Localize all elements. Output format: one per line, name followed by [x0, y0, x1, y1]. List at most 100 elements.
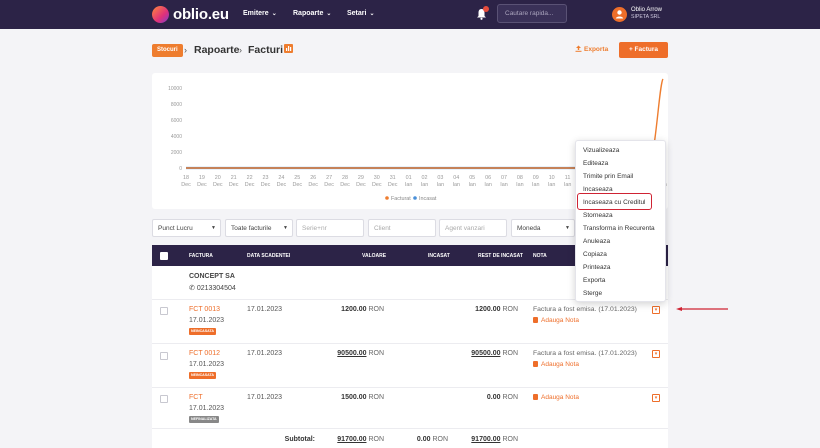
- menu-printeaza[interactable]: Printeaza: [583, 264, 610, 271]
- row-actions-toggle[interactable]: ▾: [652, 394, 660, 402]
- row-actions-menu: Vizualizeaza Editeaza Trimite prin Email…: [575, 140, 666, 302]
- x-tick-label: 05: [469, 175, 475, 181]
- add-note-link[interactable]: Adauga Nota: [533, 317, 579, 324]
- x-tick-label: 09: [533, 175, 539, 181]
- row-divider: [152, 428, 668, 429]
- chevron-down-icon: ▼: [283, 225, 288, 231]
- x-tick-label: 30: [374, 175, 380, 181]
- x-tick-label: 29: [358, 175, 364, 181]
- col-factura[interactable]: FACTURA: [189, 253, 213, 259]
- row-actions-toggle[interactable]: ▾: [652, 350, 660, 358]
- invoice-date: 17.01.2023: [189, 317, 225, 324]
- punct-lucru-select[interactable]: Punct Lucru ▼: [152, 219, 221, 237]
- menu-incaseaza[interactable]: Incaseaza: [583, 186, 613, 193]
- status-badge: NEINCASATA: [189, 328, 217, 335]
- nav-rapoarte[interactable]: Rapoarte ⌄: [293, 10, 331, 17]
- breadcrumb-separator: ›: [184, 45, 187, 55]
- x-tick-label: 26: [310, 175, 316, 181]
- x-tick-label: Dec: [261, 182, 271, 188]
- menu-vizualizeaza[interactable]: Vizualizeaza: [583, 147, 619, 154]
- stocuri-button[interactable]: Stocuri: [152, 44, 183, 57]
- status-badge: NEINCASATA: [189, 372, 217, 379]
- x-tick-label: Dec: [324, 182, 334, 188]
- new-invoice-button[interactable]: + Factura: [619, 42, 668, 58]
- add-note-link[interactable]: Adauga Nota: [533, 394, 579, 401]
- user-avatar[interactable]: [612, 7, 627, 22]
- client-input[interactable]: Client: [368, 219, 436, 237]
- chevron-down-icon: ▼: [211, 225, 216, 231]
- subtotal-rest: 91700.00 RON: [471, 436, 518, 443]
- x-tick-label: Ian: [516, 182, 524, 188]
- menu-anuleaza[interactable]: Anuleaza: [583, 238, 610, 245]
- notification-dot: [483, 6, 489, 12]
- x-tick-label: Ian: [468, 182, 476, 188]
- phone-icon: ✆: [189, 285, 197, 292]
- rest-value: 0.00 RON: [486, 394, 518, 401]
- select-all-checkbox[interactable]: [160, 252, 168, 260]
- due-date: 17.01.2023: [247, 394, 283, 401]
- col-nota[interactable]: NOTA: [533, 253, 547, 259]
- invoice-date: 17.01.2023: [189, 405, 225, 412]
- y-tick-label: 4000: [171, 134, 182, 140]
- nav-setari[interactable]: Setari ⌄: [347, 10, 375, 17]
- x-tick-label: 11: [565, 175, 571, 181]
- x-tick-label: Ian: [564, 182, 572, 188]
- user-name[interactable]: Oblio Arrow: [631, 7, 662, 13]
- chart-toggle-icon[interactable]: [284, 44, 293, 53]
- bell-icon[interactable]: [476, 6, 489, 20]
- col-incasat[interactable]: INCASAT: [428, 253, 450, 259]
- subtotal-label: Subtotal:: [284, 436, 315, 443]
- invoice-number[interactable]: FCT 0013: [189, 306, 220, 313]
- x-tick-label: Ian: [500, 182, 508, 188]
- invoice-value: 1200.00 RON: [341, 306, 384, 313]
- col-rest[interactable]: REST DE INCASAT: [478, 253, 523, 259]
- col-scadenta[interactable]: DATA SCADENTEI: [247, 253, 290, 259]
- serie-nr-input[interactable]: Serie+nr: [296, 219, 364, 237]
- annotation-arrow: [676, 307, 728, 311]
- x-tick-label: 06: [485, 175, 491, 181]
- x-tick-label: Ian: [421, 182, 429, 188]
- client-phone: ✆ 0213304504: [189, 285, 236, 292]
- x-tick-label: Dec: [308, 182, 318, 188]
- chevron-down-icon: ⌄: [369, 11, 375, 17]
- x-tick-label: Dec: [293, 182, 303, 188]
- menu-storneaza[interactable]: Storneaza: [583, 212, 613, 219]
- invoice-value: 1500.00 RON: [341, 394, 384, 401]
- x-tick-label: 07: [501, 175, 507, 181]
- row-checkbox[interactable]: [160, 352, 168, 360]
- invoice-status-select[interactable]: Toate facturile ▼: [225, 219, 293, 237]
- row-actions-toggle[interactable]: ▾: [652, 306, 660, 314]
- export-button[interactable]: Exporta: [575, 45, 608, 53]
- legend-facturat-marker: [385, 196, 389, 200]
- menu-copiaza[interactable]: Copiaza: [583, 251, 607, 258]
- menu-sterge[interactable]: Sterge: [583, 290, 602, 297]
- client-name[interactable]: CONCEPT SA: [189, 273, 235, 280]
- legend-incasat-marker: [413, 196, 417, 200]
- currency-select[interactable]: Moneda ▼: [511, 219, 575, 237]
- y-tick-label: 10000: [168, 86, 182, 92]
- col-valoare[interactable]: VALOARE: [362, 253, 386, 259]
- invoice-number[interactable]: FCT: [189, 394, 203, 401]
- search-input[interactable]: Cautare rapida...: [497, 4, 567, 23]
- add-note-link[interactable]: Adauga Nota: [533, 361, 579, 368]
- oblio-logo[interactable]: oblio.eu: [152, 6, 229, 23]
- row-checkbox[interactable]: [160, 395, 168, 403]
- menu-recurenta[interactable]: Transforma in Recurenta: [583, 225, 655, 232]
- x-tick-label: Dec: [356, 182, 366, 188]
- invoice-date: 17.01.2023: [189, 361, 225, 368]
- menu-editeaza[interactable]: Editeaza: [583, 160, 608, 167]
- x-tick-label: Ian: [405, 182, 413, 188]
- status-badge: NEFINALIZATA: [189, 416, 219, 423]
- menu-trimite-email[interactable]: Trimite prin Email: [583, 173, 633, 180]
- row-checkbox[interactable]: [160, 307, 168, 315]
- menu-exporta[interactable]: Exporta: [583, 277, 605, 284]
- invoice-number[interactable]: FCT 0012: [189, 350, 220, 357]
- row-divider: [152, 343, 668, 344]
- x-tick-label: Ian: [532, 182, 540, 188]
- x-tick-label: 31: [390, 175, 396, 181]
- nav-emitere[interactable]: Emitere ⌄: [243, 10, 277, 17]
- agent-input[interactable]: Agent vanzari: [439, 219, 507, 237]
- logo-text: oblio.eu: [173, 6, 229, 23]
- breadcrumb-rapoarte[interactable]: Rapoarte: [194, 44, 240, 56]
- x-tick-label: Dec: [277, 182, 287, 188]
